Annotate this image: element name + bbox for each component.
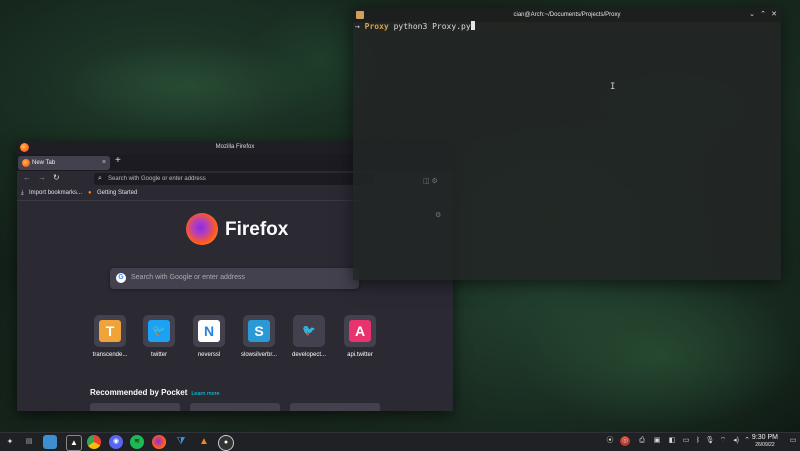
clipboard-tray-icon[interactable]: ▣	[652, 436, 662, 446]
twitter-icon: 🐦	[298, 320, 320, 342]
clock-time: 9:30 PM	[751, 434, 778, 441]
pocket-card[interactable]	[190, 403, 280, 411]
pocket-learn-more-link[interactable]: Learn more	[191, 391, 219, 397]
terminal-command: python3 Proxy.py	[393, 22, 471, 31]
microphone-icon[interactable]: 🎙	[705, 436, 715, 446]
prompt-arrow: →	[355, 22, 360, 31]
spotify-icon[interactable]: ≋	[130, 435, 144, 449]
tab-new-tab[interactable]: New Tab ×	[18, 156, 110, 170]
firefox-wordmark: Firefox	[225, 219, 289, 240]
vscode-icon[interactable]: ⧩	[174, 435, 188, 449]
top-site[interactable]: A api.twitter	[330, 315, 390, 358]
search-icon: ⌕	[98, 175, 102, 182]
tab-label: New Tab	[32, 160, 56, 166]
twitter-icon: 🐦	[148, 320, 170, 342]
text-cursor	[470, 21, 475, 30]
google-icon: G	[116, 273, 126, 283]
vlc-icon[interactable]: ▲	[197, 435, 211, 449]
back-icon[interactable]: ←	[23, 173, 31, 182]
settings-ghost-icon: ⚙	[435, 212, 442, 219]
newtab-search-input[interactable]: G Search with Google or enter address	[110, 268, 359, 289]
printer-tray-icon[interactable]: ⎙	[637, 436, 647, 446]
terminal-window-title: cian@Arch:~/Documents/Projects/Proxy	[513, 12, 621, 18]
top-site-label: api.twitter	[347, 352, 373, 358]
firefox-icon[interactable]	[152, 435, 166, 449]
terminal-prompt-line[interactable]: → Proxy python3 Proxy.py	[355, 21, 475, 31]
api-twitter-icon: A	[349, 320, 371, 342]
slowsilver-icon: S	[248, 320, 270, 342]
prompt-directory: Proxy	[364, 22, 389, 31]
firefox-favicon-icon	[22, 159, 30, 167]
close-tab-icon[interactable]: ×	[102, 156, 106, 170]
neverssl-icon: N	[198, 320, 220, 342]
vpn-tray-icon[interactable]: ◎	[620, 436, 630, 446]
url-placeholder: Search with Google or enter address	[108, 176, 206, 182]
clock-date: 26/09/22	[755, 442, 775, 448]
clock[interactable]: 9:30 PM 26/09/22	[752, 434, 778, 449]
discord-icon[interactable]: ◉	[109, 435, 123, 449]
battery-icon[interactable]: ▭	[681, 436, 691, 446]
app-launcher-icon[interactable]: ✦	[3, 435, 17, 449]
record-tray-icon[interactable]: ⦿	[605, 436, 615, 446]
pocket-heading: Recommended by Pocket Learn more	[90, 388, 220, 397]
forward-icon[interactable]: →	[38, 173, 46, 182]
ghost-overlay-icon: ◫ ⚙	[423, 178, 438, 185]
reload-icon[interactable]: ↻	[53, 173, 60, 182]
terminal-icon[interactable]: ▲	[66, 435, 82, 451]
terminal-titlebar[interactable]: cian@Arch:~/Documents/Projects/Proxy ⌄ ⌃…	[353, 8, 781, 22]
show-desktop-icon[interactable]: ▭	[788, 436, 798, 446]
minimize-icon[interactable]: ⌄	[749, 8, 755, 22]
firefox-logo-icon	[20, 143, 29, 152]
transcend-icon: T	[99, 320, 121, 342]
pager-icon[interactable]: ▤	[22, 435, 36, 449]
terminal-window: cian@Arch:~/Documents/Projects/Proxy ⌄ ⌃…	[353, 8, 781, 280]
bookmark-firefox-icon: ●	[88, 190, 92, 196]
pocket-title: Recommended by Pocket	[90, 388, 188, 397]
firefox-brand-logo-icon	[186, 213, 218, 245]
terminal-app-icon	[356, 11, 364, 19]
bluetooth-icon[interactable]: ᛒ	[693, 436, 703, 446]
close-icon[interactable]: ✕	[771, 8, 777, 22]
bookmark-import[interactable]: Import bookmarks...	[29, 190, 82, 196]
firefox-window-title: Mozilla Firefox	[215, 144, 255, 150]
volume-icon[interactable]: ◂)	[731, 436, 741, 446]
url-bar[interactable]: ⌕ Search with Google or enter address	[94, 173, 374, 185]
wifi-icon[interactable]: ⌔	[718, 436, 728, 446]
file-manager-icon[interactable]	[43, 435, 57, 449]
newtab-search-placeholder: Search with Google or enter address	[131, 274, 246, 281]
pocket-card[interactable]	[90, 403, 180, 411]
bookmark-getting-started[interactable]: Getting Started	[97, 190, 137, 196]
pocket-card[interactable]	[290, 403, 380, 411]
package-tray-icon[interactable]: ◧	[667, 436, 677, 446]
expand-tray-icon[interactable]: ⌃	[742, 436, 752, 446]
obs-icon[interactable]: ●	[218, 435, 234, 451]
new-tab-button[interactable]: +	[115, 155, 121, 166]
maximize-icon[interactable]: ⌃	[760, 8, 766, 22]
chrome-icon[interactable]	[87, 435, 101, 449]
taskbar: ✦ ▤ ▲ ◉ ≋ ⧩ ▲ ● ⦿ ◎ ⎙ ▣ ◧ ▭ ᛒ 🎙 ⌔ ◂) ⌃ 9…	[0, 432, 800, 451]
ibeam-cursor-icon: I	[610, 82, 616, 92]
bookmark-import-icon: ⤓	[21, 190, 24, 196]
